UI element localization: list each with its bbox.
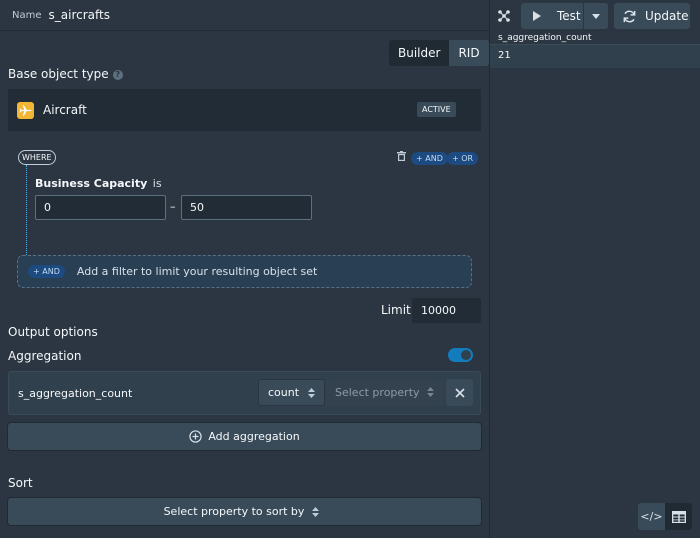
toggle-knob (461, 350, 471, 360)
update-label: Update (645, 9, 689, 23)
results-row: 21 (490, 45, 700, 68)
airplane-icon (17, 101, 34, 119)
add-aggregation-label: Add aggregation (208, 430, 300, 443)
aggregation-name[interactable]: s_aggregation_count (18, 387, 132, 400)
rid-mode-button[interactable]: RID (449, 40, 489, 66)
query-builder-panel: Name s_aircrafts Builder RID Base object… (0, 0, 489, 538)
limit-label: Limit (381, 303, 411, 317)
sort-select-label: Select property to sort by (163, 505, 305, 518)
test-button[interactable]: Test (521, 3, 583, 29)
caret-down-icon (592, 13, 600, 19)
name-header: Name s_aircrafts (0, 0, 489, 31)
add-filter-text: Add a filter to limit your resulting obj… (76, 265, 318, 278)
name-label: Name (12, 9, 42, 21)
name-value[interactable]: s_aircrafts (49, 8, 110, 22)
base-object-type-label: Base object type? (8, 67, 123, 81)
filter-condition-label: Business Capacity is (35, 177, 162, 190)
aggregation-label: Aggregation (8, 349, 82, 363)
help-icon[interactable]: ? (112, 69, 123, 80)
code-icon: </> (640, 510, 663, 523)
object-type-name: Aircraft (43, 103, 87, 117)
caret-up-down-icon (427, 387, 434, 397)
filter-property: Business Capacity (35, 177, 148, 190)
add-and-button[interactable]: + AND (411, 152, 448, 165)
filter-connector-line (26, 165, 27, 255)
range-separator: – (170, 200, 176, 213)
limit-input[interactable]: 10000 (412, 298, 481, 323)
base-object-type-text: Base object type (8, 67, 109, 81)
test-label: Test (557, 9, 581, 23)
output-options-title: Output options (8, 325, 98, 339)
caret-up-down-icon (308, 388, 315, 398)
caret-up-down-icon (312, 506, 320, 517)
code-view-button[interactable]: </> (638, 503, 665, 530)
aggregation-row: s_aggregation_count count Select propert… (8, 371, 481, 415)
table-view-button[interactable] (665, 503, 692, 530)
trash-icon[interactable] (397, 151, 406, 161)
range-max-input[interactable]: 50 (181, 195, 312, 220)
close-icon (454, 387, 465, 398)
add-filter-and-button[interactable]: + AND (28, 265, 65, 278)
aggregation-property-select[interactable]: Select property (326, 379, 443, 406)
view-switch: </> (638, 503, 692, 530)
refresh-icon (623, 10, 636, 22)
update-button[interactable]: Update (614, 3, 690, 29)
add-circle-icon (189, 430, 203, 443)
results-toolbar: Test Update (490, 0, 700, 31)
aggregation-function-value: count (268, 386, 300, 399)
play-icon (533, 11, 541, 21)
results-panel: Test Update s_aggregation_count 21 </> (490, 0, 700, 538)
aggregation-function-select[interactable]: count (258, 379, 325, 406)
add-or-button[interactable]: + OR (447, 152, 479, 165)
builder-mode-button[interactable]: Builder (389, 40, 450, 66)
filter-operator: is (152, 177, 162, 190)
range-min-input[interactable]: 0 (35, 195, 166, 220)
sort-label: Sort (8, 476, 33, 490)
remove-aggregation-button[interactable] (446, 379, 473, 406)
status-badge: ACTIVE (417, 102, 456, 117)
test-options-dropdown[interactable] (583, 3, 608, 29)
where-badge: WHERE (18, 150, 56, 165)
results-column-header[interactable]: s_aggregation_count (490, 31, 700, 45)
aggregation-toggle[interactable] (448, 348, 473, 362)
add-aggregation-button[interactable]: Add aggregation (8, 423, 481, 450)
mode-toggle: Builder RID (389, 40, 489, 66)
graph-icon[interactable] (497, 9, 511, 23)
add-filter-dropzone[interactable]: + AND Add a filter to limit your resulti… (17, 255, 472, 288)
table-icon (671, 510, 686, 523)
property-placeholder: Select property (335, 386, 420, 399)
base-object-card[interactable]: Aircraft ACTIVE (8, 89, 481, 131)
sort-property-select[interactable]: Select property to sort by (8, 498, 481, 525)
